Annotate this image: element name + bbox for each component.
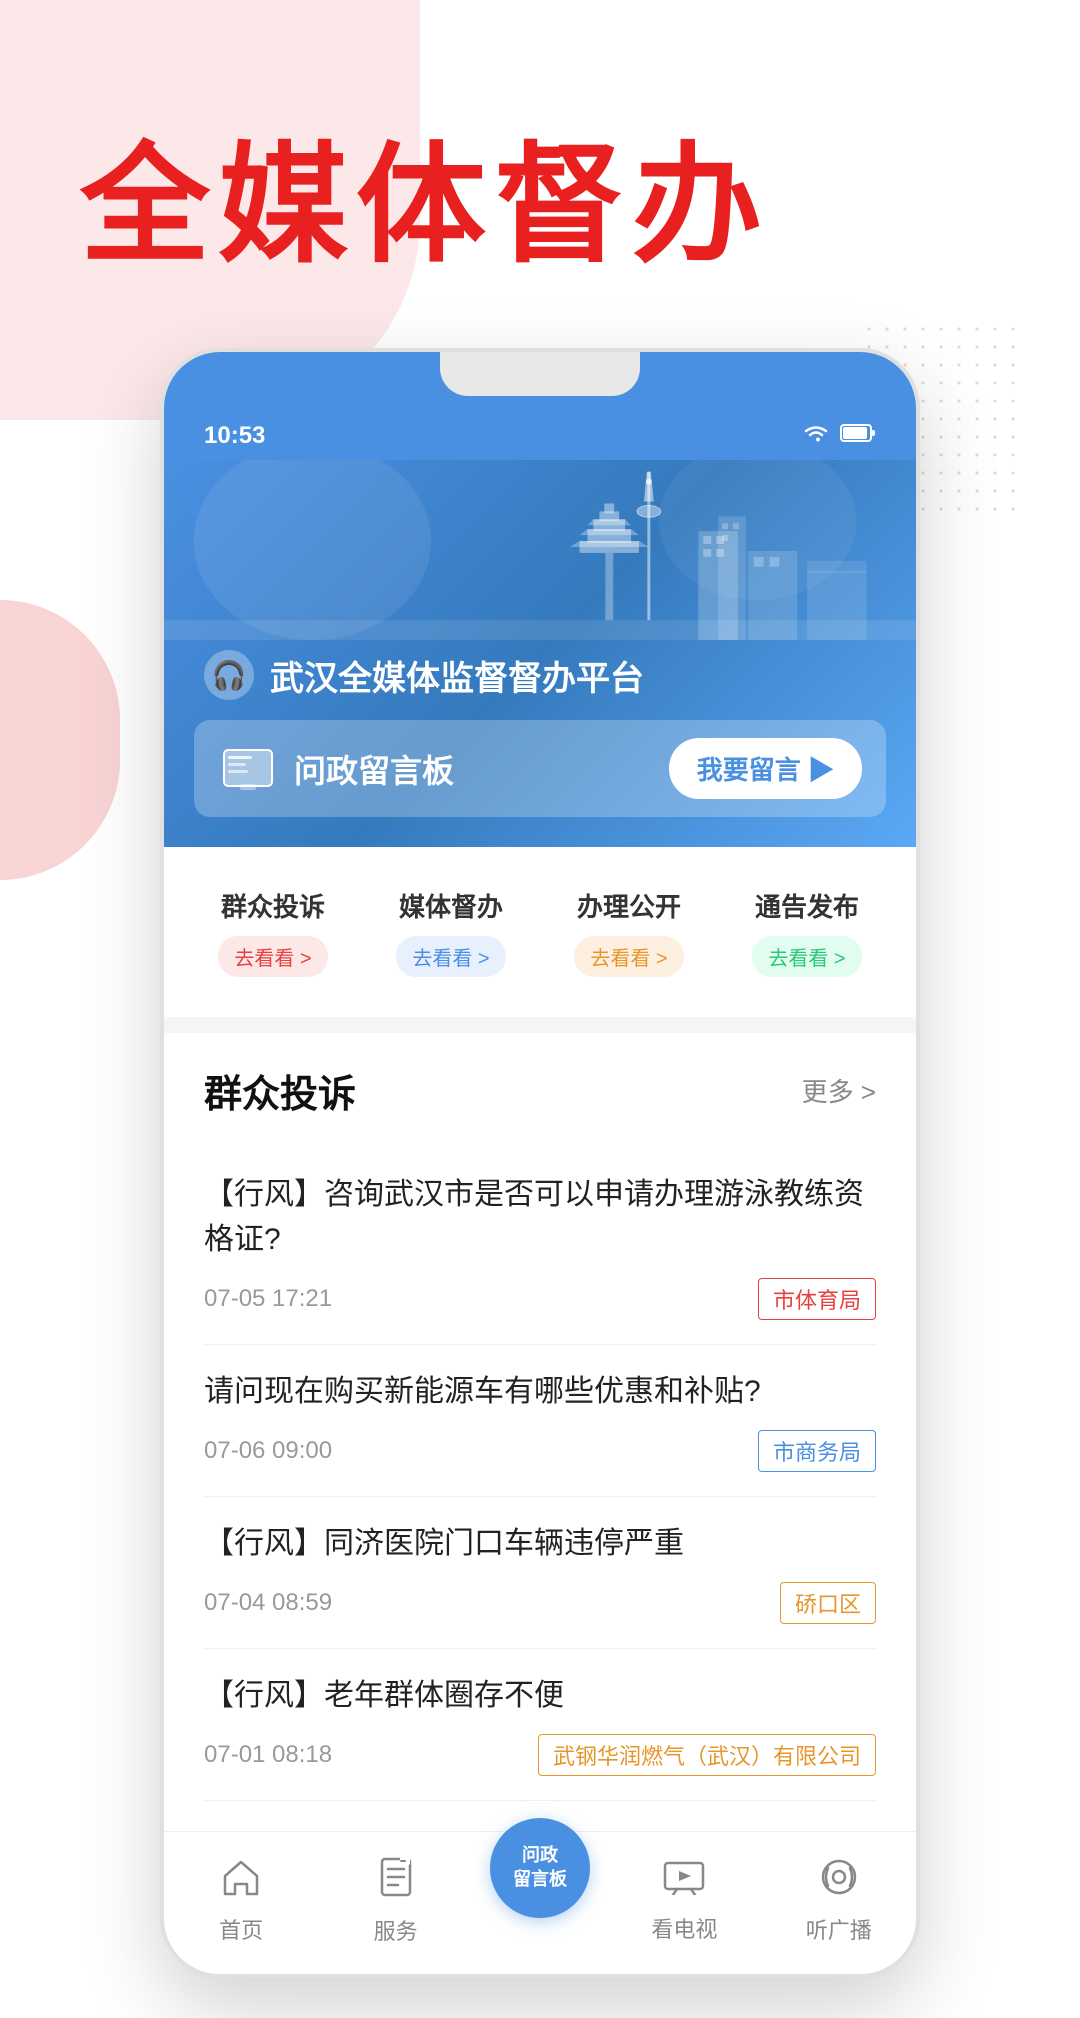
news-meta-4: 07-01 08:18 武钢华润燃气（武汉）有限公司	[204, 1734, 876, 1776]
app-logo-icon: 🎧	[212, 659, 247, 692]
wifi-icon	[802, 422, 830, 450]
category-grid: 群众投诉 去看看 > 媒体督办 去看看 > 办理公开 去看看 > 通告发布 去看…	[164, 847, 916, 1017]
news-title-3: 【行风】同济医院门口车辆违停严重	[204, 1521, 876, 1566]
category-office-btn[interactable]: 去看看 >	[574, 936, 683, 977]
app-title-row: 🎧 武汉全媒体监督督办平台	[164, 640, 916, 720]
phone-header: 🎧 武汉全媒体监督督办平台 问政留言	[164, 460, 916, 847]
news-title-1: 【行风】咨询武汉市是否可以申请办理游泳教练资格证?	[204, 1172, 876, 1262]
category-complaint[interactable]: 群众投诉 去看看 >	[184, 871, 362, 993]
status-icons	[802, 422, 876, 450]
category-media-btn[interactable]: 去看看 >	[396, 936, 505, 977]
news-date-1: 07-05 17:21	[204, 1285, 332, 1313]
news-date-2: 07-06 09:00	[204, 1437, 332, 1465]
battery-icon	[840, 423, 876, 449]
category-media-label: 媒体督办	[399, 887, 503, 924]
phone-wrapper: 10:53	[0, 348, 1080, 2018]
service-icon	[378, 1857, 414, 1906]
board-icon	[218, 744, 278, 794]
news-tag-3: 硚口区	[780, 1582, 876, 1624]
news-date-3: 07-04 08:59	[204, 1589, 332, 1617]
news-tag-2: 市商务局	[758, 1430, 876, 1472]
bottom-nav: 首页 服务 问政 留言板	[164, 1831, 916, 1974]
category-office[interactable]: 办理公开 去看看 >	[540, 871, 718, 993]
message-board-banner[interactable]: 问政留言板 我要留言 ▶	[194, 720, 886, 817]
nav-item-service[interactable]: 服务	[336, 1857, 456, 1946]
status-bar: 10:53	[164, 402, 916, 460]
nav-item-center[interactable]: 问政 留言板	[490, 1818, 590, 1924]
status-time: 10:53	[204, 422, 265, 450]
nav-label-service: 服务	[374, 1914, 418, 1946]
news-tag-1: 市体育局	[758, 1278, 876, 1320]
news-meta-1: 07-05 17:21 市体育局	[204, 1278, 876, 1320]
nav-item-home[interactable]: 首页	[181, 1858, 301, 1945]
nav-item-radio[interactable]: 听广播	[779, 1858, 899, 1945]
news-item-4[interactable]: 【行风】老年群体圈存不便 07-01 08:18 武钢华润燃气（武汉）有限公司	[204, 1649, 876, 1801]
message-board-button[interactable]: 我要留言 ▶	[669, 738, 862, 799]
news-item-1[interactable]: 【行风】咨询武汉市是否可以申请办理游泳教练资格证? 07-05 17:21 市体…	[204, 1148, 876, 1345]
category-notice-label: 通告发布	[755, 887, 859, 924]
message-board-left: 问政留言板	[218, 744, 454, 794]
phone-mockup: 10:53	[160, 348, 920, 1978]
nav-label-radio: 听广播	[806, 1913, 872, 1945]
news-item-3[interactable]: 【行风】同济医院门口车辆违停严重 07-04 08:59 硚口区	[204, 1497, 876, 1649]
section-more[interactable]: 更多 >	[802, 1072, 876, 1109]
content-area: 群众投诉 更多 > 【行风】咨询武汉市是否可以申请办理游泳教练资格证? 07-0…	[164, 1033, 916, 1831]
message-board-label: 问政留言板	[294, 746, 454, 792]
section-title: 群众投诉	[204, 1063, 356, 1118]
category-media[interactable]: 媒体督办 去看看 >	[362, 871, 540, 993]
message-board-btn-text: 我要留言 ▶	[697, 750, 834, 787]
tv-icon	[663, 1859, 705, 1904]
news-date-4: 07-01 08:18	[204, 1741, 332, 1769]
news-title-4: 【行风】老年群体圈存不便	[204, 1673, 876, 1718]
nav-label-home: 首页	[219, 1913, 263, 1945]
news-tag-4: 武钢华润燃气（武汉）有限公司	[538, 1734, 876, 1776]
phone-notch	[440, 352, 640, 396]
section-header: 群众投诉 更多 >	[204, 1063, 876, 1118]
divider	[164, 1017, 916, 1033]
category-complaint-label: 群众投诉	[221, 887, 325, 924]
city-skyline	[164, 460, 916, 640]
nav-item-tv[interactable]: 看电视	[624, 1859, 744, 1944]
radio-icon	[820, 1858, 858, 1905]
hero-title: 全媒体督办	[0, 0, 1080, 348]
nav-center-circle: 问政 留言板	[490, 1818, 590, 1918]
category-complaint-btn[interactable]: 去看看 >	[218, 936, 327, 977]
category-notice[interactable]: 通告发布 去看看 >	[718, 871, 896, 993]
news-meta-2: 07-06 09:00 市商务局	[204, 1430, 876, 1472]
category-office-label: 办理公开	[577, 887, 681, 924]
category-notice-btn[interactable]: 去看看 >	[752, 936, 861, 977]
app-logo: 🎧	[204, 650, 254, 700]
news-meta-3: 07-04 08:59 硚口区	[204, 1582, 876, 1624]
nav-label-tv: 看电视	[651, 1912, 717, 1944]
phone-notch-area	[164, 352, 916, 402]
news-item-2[interactable]: 请问现在购买新能源车有哪些优惠和补贴? 07-06 09:00 市商务局	[204, 1345, 876, 1497]
home-icon	[221, 1858, 261, 1905]
news-title-2: 请问现在购买新能源车有哪些优惠和补贴?	[204, 1369, 876, 1414]
app-title-text: 武汉全媒体监督督办平台	[270, 651, 644, 700]
